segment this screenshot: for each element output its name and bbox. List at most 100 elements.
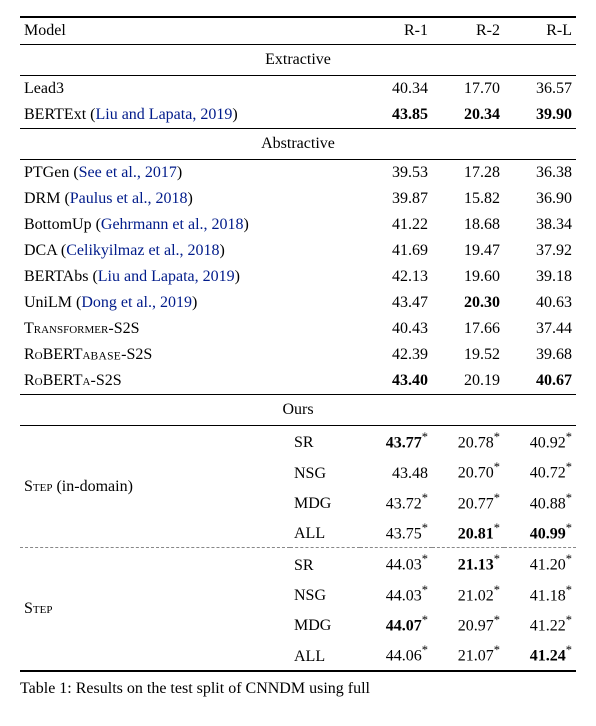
col-rl: R-L	[504, 17, 576, 45]
model-name: BottomUp (Gehrmann et al., 2018)	[20, 212, 360, 238]
metric-cell: 43.85	[360, 102, 432, 129]
metric-cell: 21.13*	[432, 548, 504, 578]
variant-label: SR	[290, 548, 360, 578]
section-extractive: Extractive	[20, 45, 576, 76]
variant-label: ALL	[290, 639, 360, 670]
metric-cell: 43.72*	[360, 487, 432, 517]
table-row: DCA (Celikyilmaz et al., 2018)41.6919.47…	[20, 238, 576, 264]
metric-cell: 36.38	[504, 160, 576, 187]
metric-cell: 40.88*	[504, 487, 576, 517]
table-row: RoBERTaBASE-S2S42.3919.5239.68	[20, 342, 576, 368]
citation-link[interactable]: Gehrmann et al., 2018	[101, 216, 244, 233]
caption-text: Results on the test split of CNNDM using…	[76, 680, 370, 697]
metric-cell: 39.18	[504, 264, 576, 290]
metric-cell: 36.90	[504, 186, 576, 212]
table-row: Step (in-domain)SR43.77*20.78*40.92*	[20, 426, 576, 457]
table-row: BERTExt (Liu and Lapata, 2019)43.8520.34…	[20, 102, 576, 129]
metric-cell: 41.22	[360, 212, 432, 238]
metric-cell: 20.70*	[432, 456, 504, 486]
metric-cell: 20.30	[432, 290, 504, 316]
metric-cell: 39.90	[504, 102, 576, 129]
metric-cell: 18.68	[432, 212, 504, 238]
variant-label: NSG	[290, 456, 360, 486]
variant-label: SR	[290, 426, 360, 457]
section-label: Abstractive	[20, 129, 576, 160]
table-row: RoBERTa-S2S43.4020.1940.67	[20, 368, 576, 395]
metric-cell: 42.39	[360, 342, 432, 368]
variant-label: NSG	[290, 579, 360, 609]
metric-cell: 37.92	[504, 238, 576, 264]
metric-cell: 19.52	[432, 342, 504, 368]
citation-link[interactable]: Paulus et al., 2018	[70, 190, 188, 207]
table-row: StepSR44.03*21.13*41.20*	[20, 548, 576, 578]
citation-link[interactable]: Celikyilmaz et al., 2018	[66, 242, 219, 259]
metric-cell: 39.68	[504, 342, 576, 368]
metric-cell: 20.77*	[432, 487, 504, 517]
table-row: UniLM (Dong et al., 2019)43.4720.3040.63	[20, 290, 576, 316]
section-label: Ours	[20, 395, 576, 426]
metric-cell: 44.03*	[360, 579, 432, 609]
metric-cell: 41.18*	[504, 579, 576, 609]
table-row: DRM (Paulus et al., 2018)39.8715.8236.90	[20, 186, 576, 212]
col-r2: R-2	[432, 17, 504, 45]
table-row: Transformer-S2S40.4317.6637.44	[20, 316, 576, 342]
citation-link[interactable]: Dong et al., 2019	[81, 294, 192, 311]
table-row: Lead3 40.3417.7036.57	[20, 76, 576, 103]
metric-cell: 40.72*	[504, 456, 576, 486]
section-abstractive: Abstractive	[20, 129, 576, 160]
metric-cell: 19.47	[432, 238, 504, 264]
model-name: UniLM (Dong et al., 2019)	[20, 290, 360, 316]
metric-cell: 39.53	[360, 160, 432, 187]
table-row: BottomUp (Gehrmann et al., 2018)41.2218.…	[20, 212, 576, 238]
metric-cell: 39.87	[360, 186, 432, 212]
citation-link[interactable]: Liu and Lapata, 2019	[98, 268, 235, 285]
metric-cell: 20.34	[432, 102, 504, 129]
group-label: Step	[20, 548, 290, 670]
metric-cell: 40.43	[360, 316, 432, 342]
metric-cell: 17.66	[432, 316, 504, 342]
metric-cell: 44.07*	[360, 609, 432, 639]
metric-cell: 36.57	[504, 76, 576, 103]
table-caption: Table 1: Results on the test split of CN…	[20, 680, 576, 698]
bottom-rule	[20, 671, 576, 672]
metric-cell: 40.92*	[504, 426, 576, 457]
citation-link[interactable]: See et al., 2017	[79, 164, 177, 181]
variant-label: ALL	[290, 517, 360, 548]
metric-cell: 40.67	[504, 368, 576, 395]
model-name: RoBERTaBASE-S2S	[20, 342, 360, 368]
group-label: Step (in-domain)	[20, 426, 290, 548]
metric-cell: 38.34	[504, 212, 576, 238]
metric-cell: 44.06*	[360, 639, 432, 670]
table-row: PTGen (See et al., 2017)39.5317.2836.38	[20, 160, 576, 187]
variant-label: MDG	[290, 487, 360, 517]
metric-cell: 21.07*	[432, 639, 504, 670]
metric-cell: 43.40	[360, 368, 432, 395]
model-name: BERTExt (Liu and Lapata, 2019)	[20, 102, 360, 129]
model-name: PTGen (See et al., 2017)	[20, 160, 360, 187]
variant-label: MDG	[290, 609, 360, 639]
metric-cell: 21.02*	[432, 579, 504, 609]
metric-cell: 43.75*	[360, 517, 432, 548]
metric-cell: 15.82	[432, 186, 504, 212]
metric-cell: 20.78*	[432, 426, 504, 457]
section-label: Extractive	[20, 45, 576, 76]
metric-cell: 20.19	[432, 368, 504, 395]
citation-link[interactable]: Liu and Lapata, 2019	[95, 106, 232, 123]
model-name: RoBERTa-S2S	[20, 368, 360, 395]
model-name: Transformer-S2S	[20, 316, 360, 342]
metric-cell: 17.70	[432, 76, 504, 103]
metric-cell: 19.60	[432, 264, 504, 290]
metric-cell: 41.69	[360, 238, 432, 264]
table-header-row: Model R-1 R-2 R-L	[20, 17, 576, 45]
metric-cell: 20.81*	[432, 517, 504, 548]
model-name: DCA (Celikyilmaz et al., 2018)	[20, 238, 360, 264]
col-model: Model	[20, 17, 360, 45]
model-name: DRM (Paulus et al., 2018)	[20, 186, 360, 212]
model-name: BERTAbs (Liu and Lapata, 2019)	[20, 264, 360, 290]
metric-cell: 40.63	[504, 290, 576, 316]
col-r1: R-1	[360, 17, 432, 45]
metric-cell: 41.24*	[504, 639, 576, 670]
metric-cell: 20.97*	[432, 609, 504, 639]
metric-cell: 40.99*	[504, 517, 576, 548]
section-ours: Ours	[20, 395, 576, 426]
